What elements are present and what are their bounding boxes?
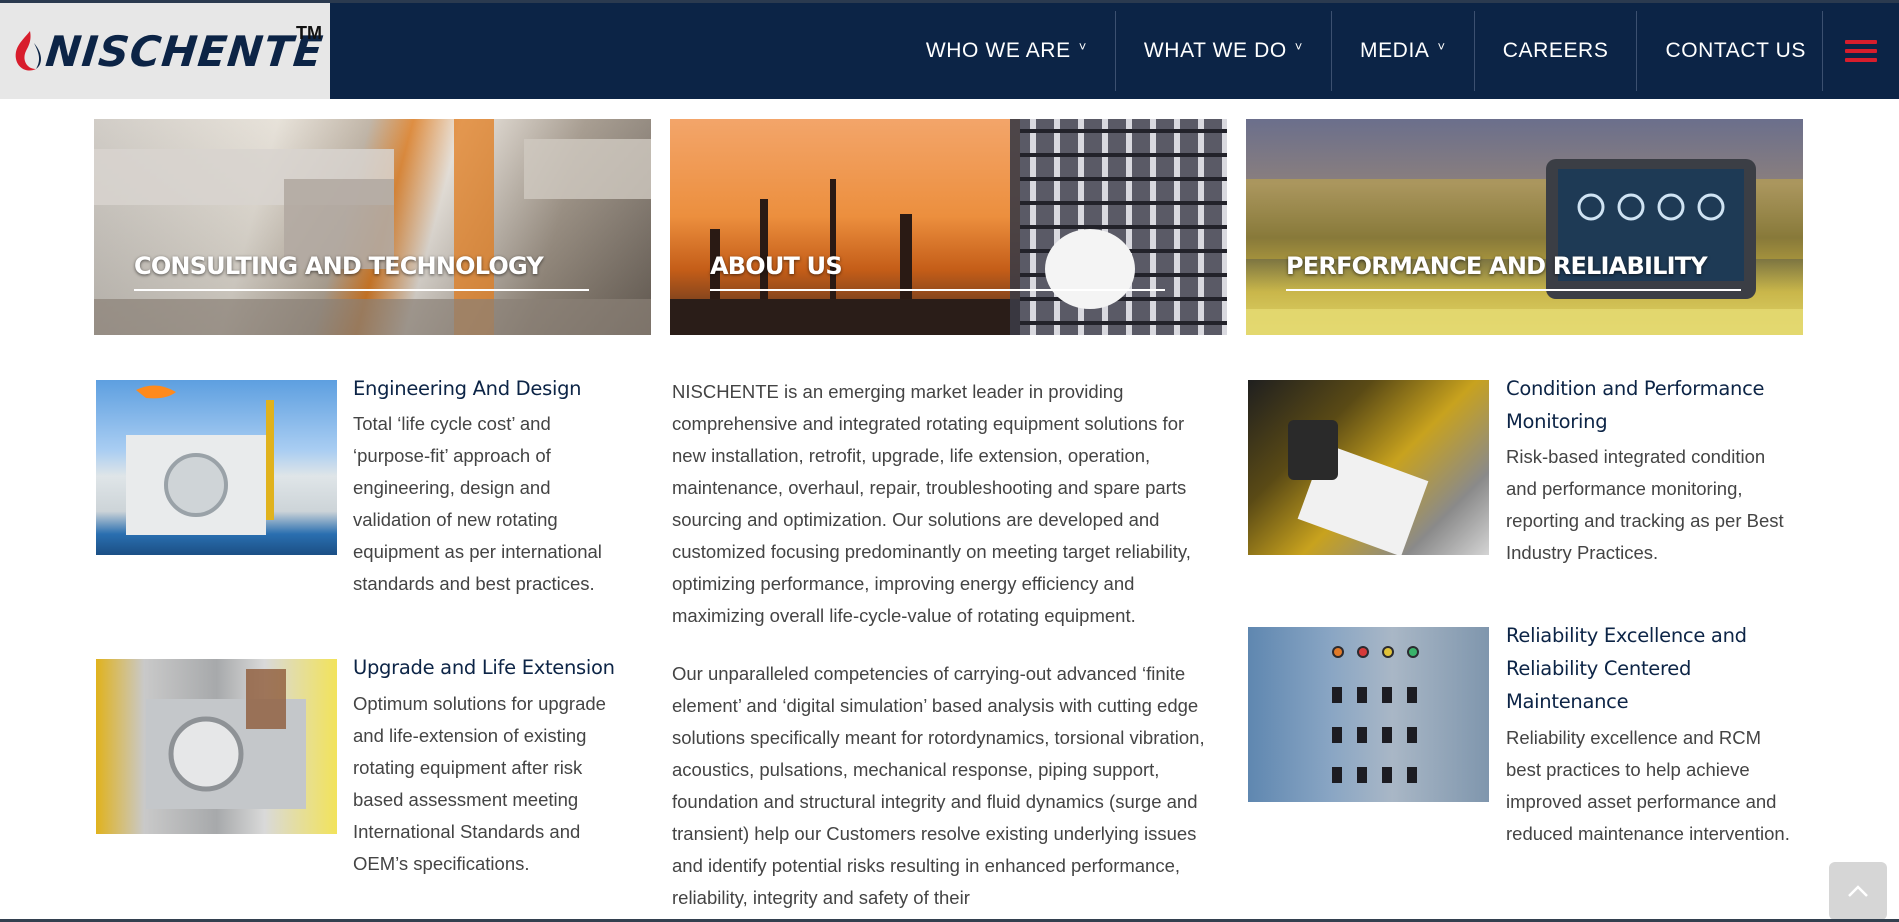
- nav-careers[interactable]: CAREERS: [1475, 11, 1638, 91]
- nav-what-we-do[interactable]: WHAT WE DO ˅: [1116, 11, 1332, 91]
- nav-label: MEDIA: [1359, 39, 1430, 62]
- flame-logo-icon: [12, 29, 44, 73]
- card-description: Risk-based integrated condition and perf…: [1506, 446, 1784, 563]
- nav-label: CAREERS: [1502, 39, 1609, 62]
- banner-underline: [134, 289, 589, 291]
- nav-label: CONTACT US: [1665, 39, 1806, 62]
- chevron-down-icon: ˅: [1294, 38, 1303, 54]
- card-title[interactable]: Reliability Excellence and Reliability C…: [1506, 619, 1796, 718]
- about-paragraph-2: Our unparalleled competencies of carryin…: [672, 663, 1205, 908]
- nav-media[interactable]: MEDIA ˅: [1332, 11, 1475, 91]
- card-description: Total ‘life cycle cost’ and ‘purpose-fit…: [353, 413, 602, 594]
- card-title[interactable]: Upgrade and Life Extension: [353, 651, 623, 684]
- pipes-graphic: [94, 119, 651, 335]
- back-to-top-button[interactable]: [1829, 862, 1887, 920]
- trademark-symbol: TM: [296, 23, 322, 43]
- refinery-silhouette-graphic: [670, 119, 1227, 335]
- engineering-design-image: [96, 380, 337, 555]
- banner-underline: [1286, 289, 1741, 291]
- banner-performance-reliability[interactable]: PERFORMANCE AND RELIABILITY: [1246, 119, 1803, 335]
- main-nav: WHO WE ARE ˅ WHAT WE DO ˅ MEDIA ˅ CAREER…: [898, 3, 1899, 99]
- banner-title: CONSULTING AND TECHNOLOGY: [134, 252, 544, 280]
- hamburger-menu-icon[interactable]: [1823, 11, 1899, 91]
- banner-underline: [710, 289, 1165, 291]
- about-paragraph-1: NISCHENTE is an emerging market leader i…: [672, 381, 1191, 626]
- chevron-up-icon: [1848, 885, 1868, 897]
- card-description: Optimum solutions for upgrade and life-e…: [353, 693, 606, 874]
- card-title[interactable]: Engineering And Design: [353, 372, 623, 405]
- tablet-graphic: [1246, 159, 1803, 335]
- card-title[interactable]: Condition and Performance Monitoring: [1506, 372, 1796, 438]
- banner-consulting-technology[interactable]: CONSULTING AND TECHNOLOGY: [94, 119, 651, 335]
- reliability-control-panel-image: [1248, 627, 1489, 802]
- logo[interactable]: NISCHENTE TM: [0, 3, 330, 99]
- nav-label: WHAT WE DO: [1143, 39, 1287, 62]
- banner-about-us[interactable]: ABOUT US: [670, 119, 1227, 335]
- chevron-down-icon: ˅: [1078, 38, 1087, 54]
- condition-monitoring-image: [1248, 380, 1489, 555]
- banner-title: PERFORMANCE AND RELIABILITY: [1286, 252, 1708, 280]
- banner-title: ABOUT US: [710, 252, 843, 280]
- nav-contact-us[interactable]: CONTACT US: [1637, 11, 1823, 91]
- logo-wordmark: NISCHENTE: [43, 26, 326, 76]
- chevron-down-icon: ˅: [1437, 38, 1446, 54]
- nav-label: WHO WE ARE: [925, 39, 1071, 62]
- nav-who-we-are[interactable]: WHO WE ARE ˅: [898, 11, 1116, 91]
- site-header: NISCHENTE TM WHO WE ARE ˅ WHAT WE DO ˅ M…: [0, 0, 1899, 99]
- card-description: Reliability excellence and RCM best prac…: [1506, 727, 1790, 844]
- upgrade-life-extension-image: [96, 659, 337, 834]
